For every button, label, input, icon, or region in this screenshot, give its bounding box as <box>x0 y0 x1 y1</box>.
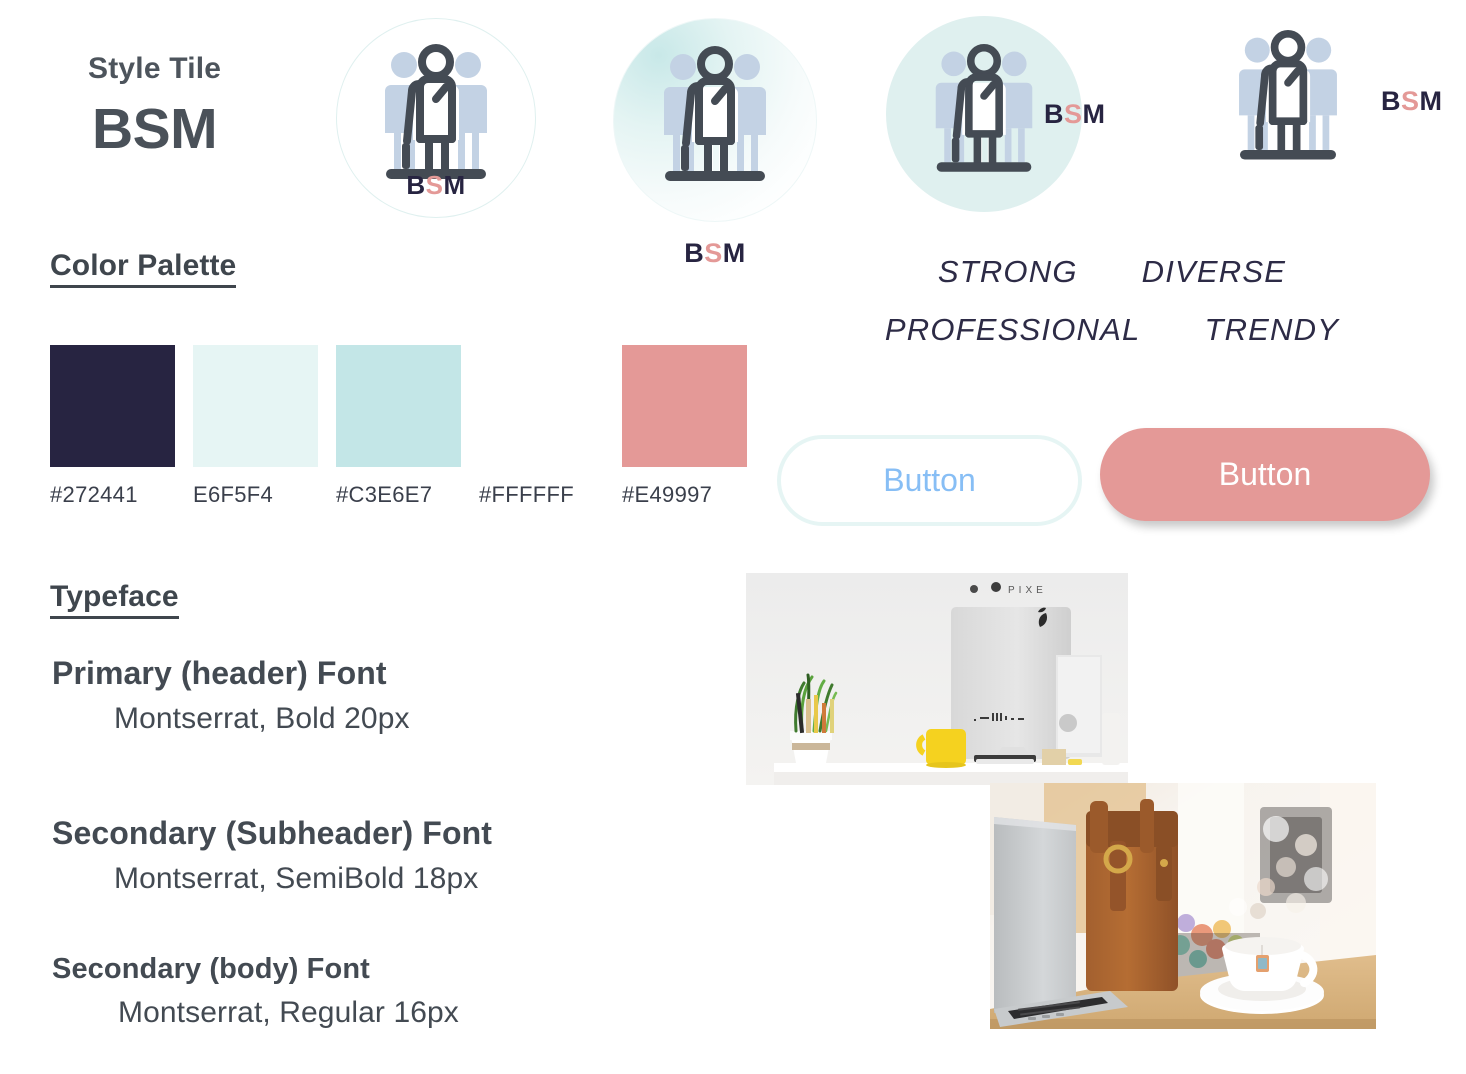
typeface-role-label: Secondary (body) Font <box>52 953 370 985</box>
logo-mark-wrapper <box>929 43 1039 185</box>
color-chip <box>193 345 318 467</box>
typeface-heading: Typeface <box>50 580 179 619</box>
laptop-photo-illustration <box>990 783 1376 1029</box>
brand-adjective: TRENDY <box>1204 312 1340 347</box>
color-swatch: #E49997 <box>622 345 765 508</box>
outline-button[interactable]: Button <box>777 435 1082 526</box>
color-swatch-row: #272441 E6F5F4 #C3E6E7 #FFFFFF #E49997 <box>50 345 765 508</box>
logo-variant-no-circle: BSM <box>1213 26 1443 176</box>
typeface-role-label: Secondary (Subheader) Font <box>52 815 492 851</box>
brand-adjective: STRONG <box>937 254 1078 289</box>
logo-mark-wrapper <box>655 45 775 195</box>
color-code-label: #C3E6E7 <box>336 482 433 507</box>
typeface-role-label: Primary (header) Font <box>52 655 387 691</box>
logo-mark-wrapper: BSM <box>380 43 492 200</box>
logo-letter-m: M <box>443 170 466 200</box>
color-code-label: #E49997 <box>622 482 713 507</box>
color-chip <box>336 345 461 467</box>
brand-adjectives-row: STRONG DIVERSE <box>862 254 1362 290</box>
svg-text:PIXE: PIXE <box>1008 585 1047 596</box>
color-chip <box>622 345 747 467</box>
desk-photo-illustration: DES PIXE <box>746 573 1128 785</box>
brand-adjective: DIVERSE <box>1141 254 1287 289</box>
logo-wordmark: BSM <box>1381 86 1443 117</box>
logo-wordmark: BSM <box>406 170 465 201</box>
logo-letter-b: B <box>1044 98 1064 129</box>
people-group-icon <box>664 46 766 181</box>
brand-adjectives-row: PROFESSIONAL TRENDY <box>862 312 1362 348</box>
color-chip <box>479 345 604 467</box>
typeface-spec-label: Montserrat, Regular 16px <box>118 996 459 1029</box>
logo-variant-gradient-circle: BSM <box>613 18 817 269</box>
logo-letter-s: S <box>1401 85 1420 116</box>
typeface-spec-label: Montserrat, SemiBold 18px <box>114 862 479 895</box>
logo-letter-s: S <box>425 170 444 200</box>
logo-circle-gradient <box>613 18 817 222</box>
logo-variant-solid-circle: BSM <box>886 16 1106 212</box>
logo-wordmark: BSM <box>613 238 817 269</box>
logo-letter-b: B <box>1381 85 1401 116</box>
logo-letter-b: B <box>406 170 426 200</box>
logo-circle-none <box>1213 26 1363 176</box>
mood-photo-desk: DES PIXE <box>746 573 1128 785</box>
color-code-label: #FFFFFF <box>479 482 574 507</box>
color-swatch: E6F5F4 <box>193 345 336 508</box>
logo-letter-s: S <box>704 238 723 268</box>
page-title: BSM <box>92 97 218 161</box>
logo-letter-s: S <box>1064 98 1083 129</box>
brand-adjectives: STRONG DIVERSE PROFESSIONAL TRENDY <box>862 254 1362 370</box>
color-code-label: #272441 <box>50 482 138 507</box>
logo-letter-m: M <box>1419 85 1443 116</box>
filled-button[interactable]: Button <box>1100 428 1430 521</box>
logo-variant-outline-circle: BSM <box>336 18 536 218</box>
color-swatch: #272441 <box>50 345 193 508</box>
color-palette-heading: Color Palette <box>50 249 237 288</box>
brand-adjective: PROFESSIONAL <box>884 312 1141 347</box>
logo-wordmark: BSM <box>1044 99 1106 130</box>
typeface-entry-subheader: Secondary (Subheader) Font Montserrat, S… <box>52 815 492 896</box>
logo-letter-b: B <box>684 238 705 268</box>
typeface-entry-primary: Primary (header) Font Montserrat, Bold 2… <box>52 655 410 736</box>
logo-letter-m: M <box>722 238 746 268</box>
people-group-icon <box>1239 29 1337 160</box>
mood-photo-laptop <box>990 783 1376 1029</box>
style-tile-page: Style Tile BSM BSM BSM BSM BSM Color Pal… <box>0 0 1466 1074</box>
color-swatch: #FFFFFF <box>479 345 622 508</box>
color-swatch: #C3E6E7 <box>336 345 479 508</box>
typeface-spec-label: Montserrat, Bold 20px <box>114 702 410 735</box>
page-subtitle: Style Tile <box>88 52 222 85</box>
typeface-entry-body: Secondary (body) Font Montserrat, Regula… <box>52 953 459 1030</box>
logo-mark-wrapper <box>1232 29 1344 173</box>
color-code-label: E6F5F4 <box>193 482 274 507</box>
logo-letter-m: M <box>1082 98 1106 129</box>
people-group-icon <box>935 43 1033 172</box>
logo-circle-outline: BSM <box>336 18 536 218</box>
color-chip <box>50 345 175 467</box>
